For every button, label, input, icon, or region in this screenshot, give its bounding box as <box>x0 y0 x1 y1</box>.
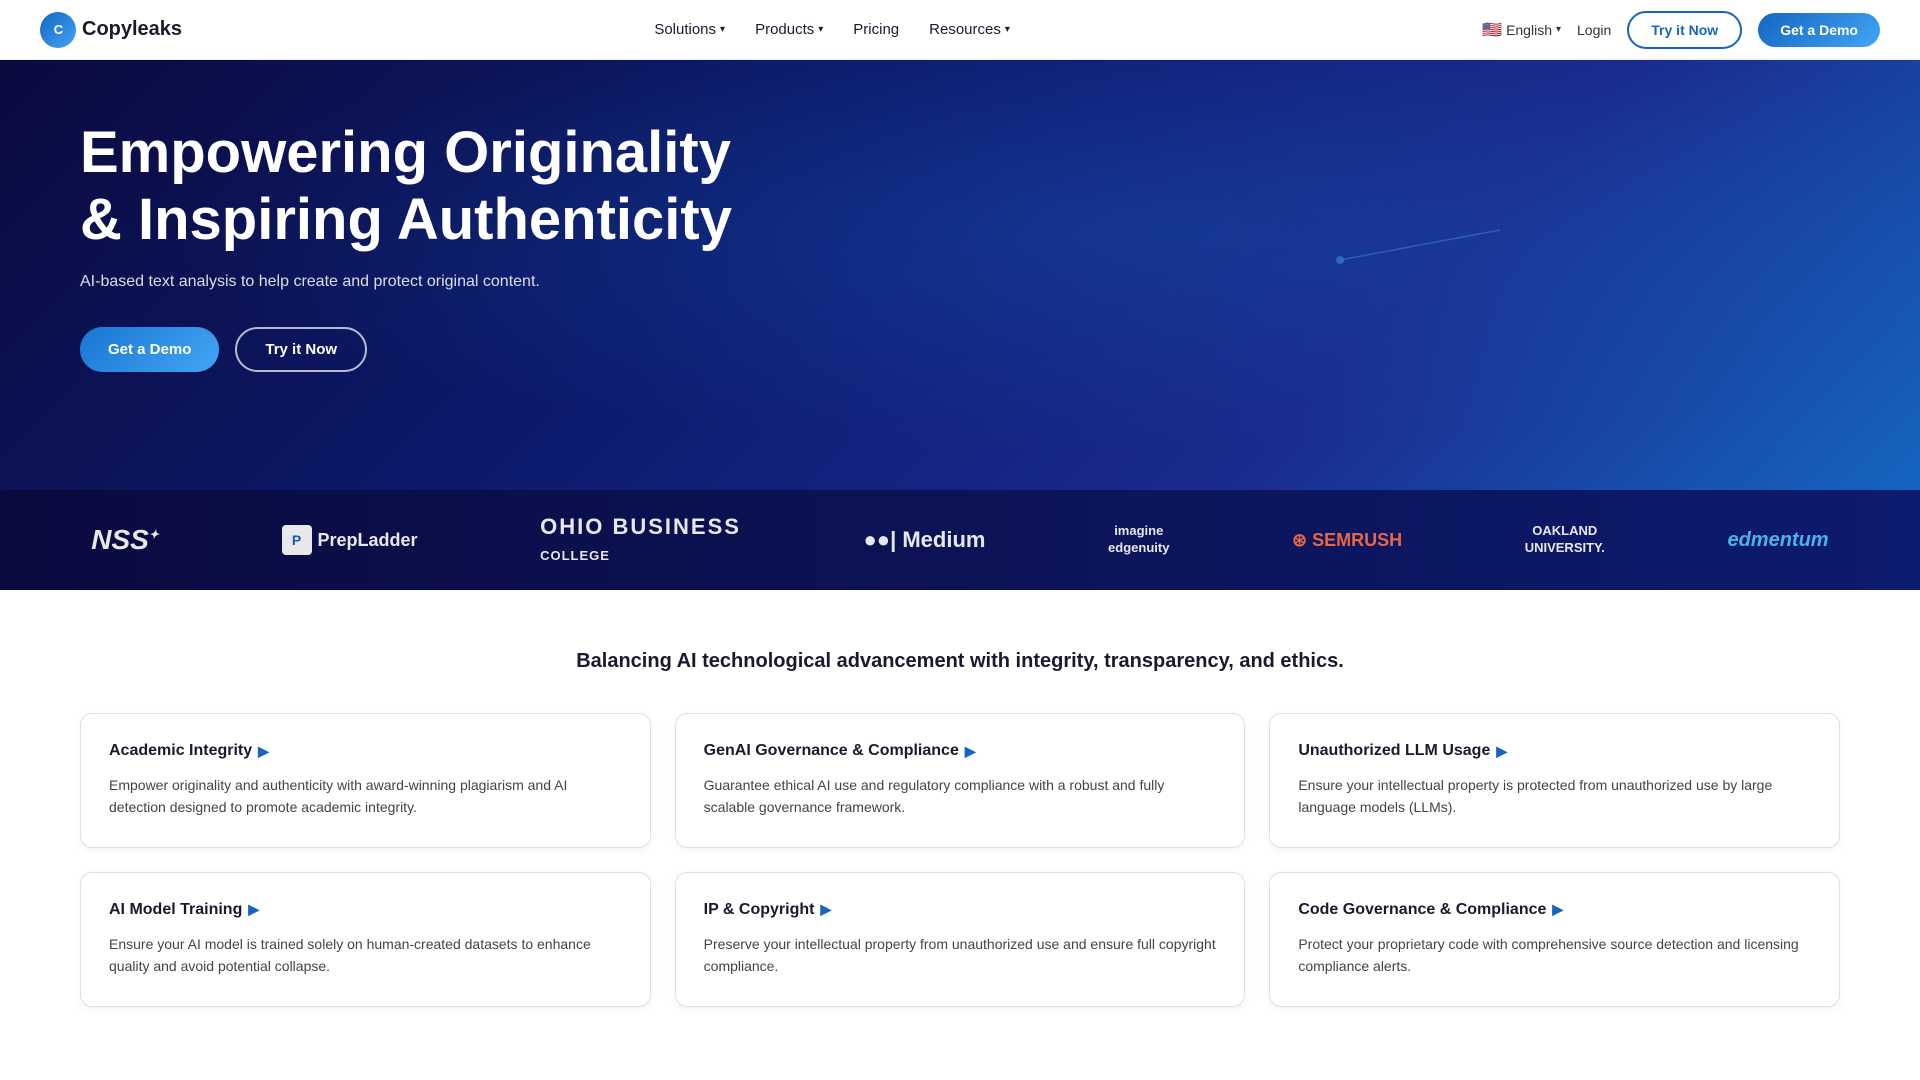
card-ai-model-training: AI Model Training ▶ Ensure your AI model… <box>80 872 651 1007</box>
logo-prepladder: P PrepLadder <box>282 525 418 555</box>
features-section: Balancing AI technological advancement w… <box>0 590 1920 1067</box>
logo-text: Copyleaks <box>82 18 182 41</box>
chevron-down-icon: ▾ <box>1005 24 1010 35</box>
hero-section: Empowering Originality & Inspiring Authe… <box>0 60 1920 490</box>
card-title-code-governance: Code Governance & Compliance ▶ <box>1298 901 1811 919</box>
hero-get-demo-button[interactable]: Get a Demo <box>80 327 219 372</box>
chevron-down-icon: ▾ <box>720 24 725 35</box>
logo-medium: ●●| Medium <box>864 527 986 553</box>
card-desc-code-governance: Protect your proprietary code with compr… <box>1298 933 1811 978</box>
nav-links: Solutions ▾ Products ▾ Pricing Resources… <box>654 21 1010 38</box>
card-title-ai-model-training: AI Model Training ▶ <box>109 901 622 919</box>
card-desc-ai-model-training: Ensure your AI model is trained solely o… <box>109 933 622 978</box>
logo[interactable]: C Copyleaks <box>40 12 182 48</box>
prepladder-icon: P <box>282 525 312 555</box>
nav-resources[interactable]: Resources ▾ <box>929 21 1010 38</box>
language-selector[interactable]: 🇺🇸 English ▾ <box>1482 20 1561 40</box>
chevron-down-icon: ▾ <box>818 24 823 35</box>
section-tagline: Balancing AI technological advancement w… <box>80 650 1840 673</box>
card-genai-governance: GenAI Governance & Compliance ▶ Guarante… <box>675 713 1246 848</box>
logo-edmentum: edmentum <box>1727 529 1828 552</box>
card-code-governance: Code Governance & Compliance ▶ Protect y… <box>1269 872 1840 1007</box>
card-arrow-icon: ▶ <box>258 743 269 760</box>
hero-heading: Empowering Originality & Inspiring Authe… <box>80 120 980 253</box>
logo-semrush: ⊛ SEMRUSH <box>1292 530 1402 551</box>
card-academic-integrity: Academic Integrity ▶ Empower originality… <box>80 713 651 848</box>
logo-icon: C <box>40 12 76 48</box>
hero-decoration <box>1320 220 1520 305</box>
card-desc-academic-integrity: Empower originality and authenticity wit… <box>109 774 622 819</box>
card-desc-unauthorized-llm: Ensure your intellectual property is pro… <box>1298 774 1811 819</box>
logo-ohio-business: OHIO BUSINESSCOLLEGE <box>540 514 741 566</box>
card-arrow-icon: ▶ <box>1552 901 1563 918</box>
card-arrow-icon: ▶ <box>820 901 831 918</box>
try-it-now-button[interactable]: Try it Now <box>1627 11 1742 49</box>
card-title-academic-integrity: Academic Integrity ▶ <box>109 742 622 760</box>
nav-right: 🇺🇸 English ▾ Login Try it Now Get a Demo <box>1482 11 1880 49</box>
nav-solutions[interactable]: Solutions ▾ <box>654 21 725 38</box>
logo-oakland-university: OAKLANDUNIVERSITY. <box>1525 523 1605 557</box>
logo-imagine-edgenuity: imagineedgenuity <box>1108 523 1169 557</box>
navbar: C Copyleaks Solutions ▾ Products ▾ Prici… <box>0 0 1920 60</box>
hero-subtext: AI-based text analysis to help create an… <box>80 273 980 291</box>
card-title-genai-governance: GenAI Governance & Compliance ▶ <box>704 742 1217 760</box>
card-arrow-icon: ▶ <box>1496 743 1507 760</box>
card-unauthorized-llm: Unauthorized LLM Usage ▶ Ensure your int… <box>1269 713 1840 848</box>
hero-try-now-button[interactable]: Try it Now <box>235 327 367 372</box>
card-desc-ip-copyright: Preserve your intellectual property from… <box>704 933 1217 978</box>
get-a-demo-button[interactable]: Get a Demo <box>1758 13 1880 47</box>
nav-pricing[interactable]: Pricing <box>853 21 899 38</box>
flag-icon: 🇺🇸 <box>1482 20 1502 40</box>
hero-content: Empowering Originality & Inspiring Authe… <box>80 120 980 372</box>
feature-cards-grid: Academic Integrity ▶ Empower originality… <box>80 713 1840 1007</box>
card-desc-genai-governance: Guarantee ethical AI use and regulatory … <box>704 774 1217 819</box>
chevron-down-icon: ▾ <box>1556 24 1561 35</box>
card-title-ip-copyright: IP & Copyright ▶ <box>704 901 1217 919</box>
card-arrow-icon: ▶ <box>248 901 259 918</box>
card-ip-copyright: IP & Copyright ▶ Preserve your intellect… <box>675 872 1246 1007</box>
partner-logos-strip: NSS✦ P PrepLadder OHIO BUSINESSCOLLEGE ●… <box>0 490 1920 590</box>
nav-products[interactable]: Products ▾ <box>755 21 823 38</box>
card-arrow-icon: ▶ <box>965 743 976 760</box>
login-button[interactable]: Login <box>1577 22 1611 38</box>
logo-nss: NSS✦ <box>91 524 159 556</box>
card-title-unauthorized-llm: Unauthorized LLM Usage ▶ <box>1298 742 1811 760</box>
language-label: English <box>1506 22 1552 38</box>
hero-buttons: Get a Demo Try it Now <box>80 327 980 372</box>
